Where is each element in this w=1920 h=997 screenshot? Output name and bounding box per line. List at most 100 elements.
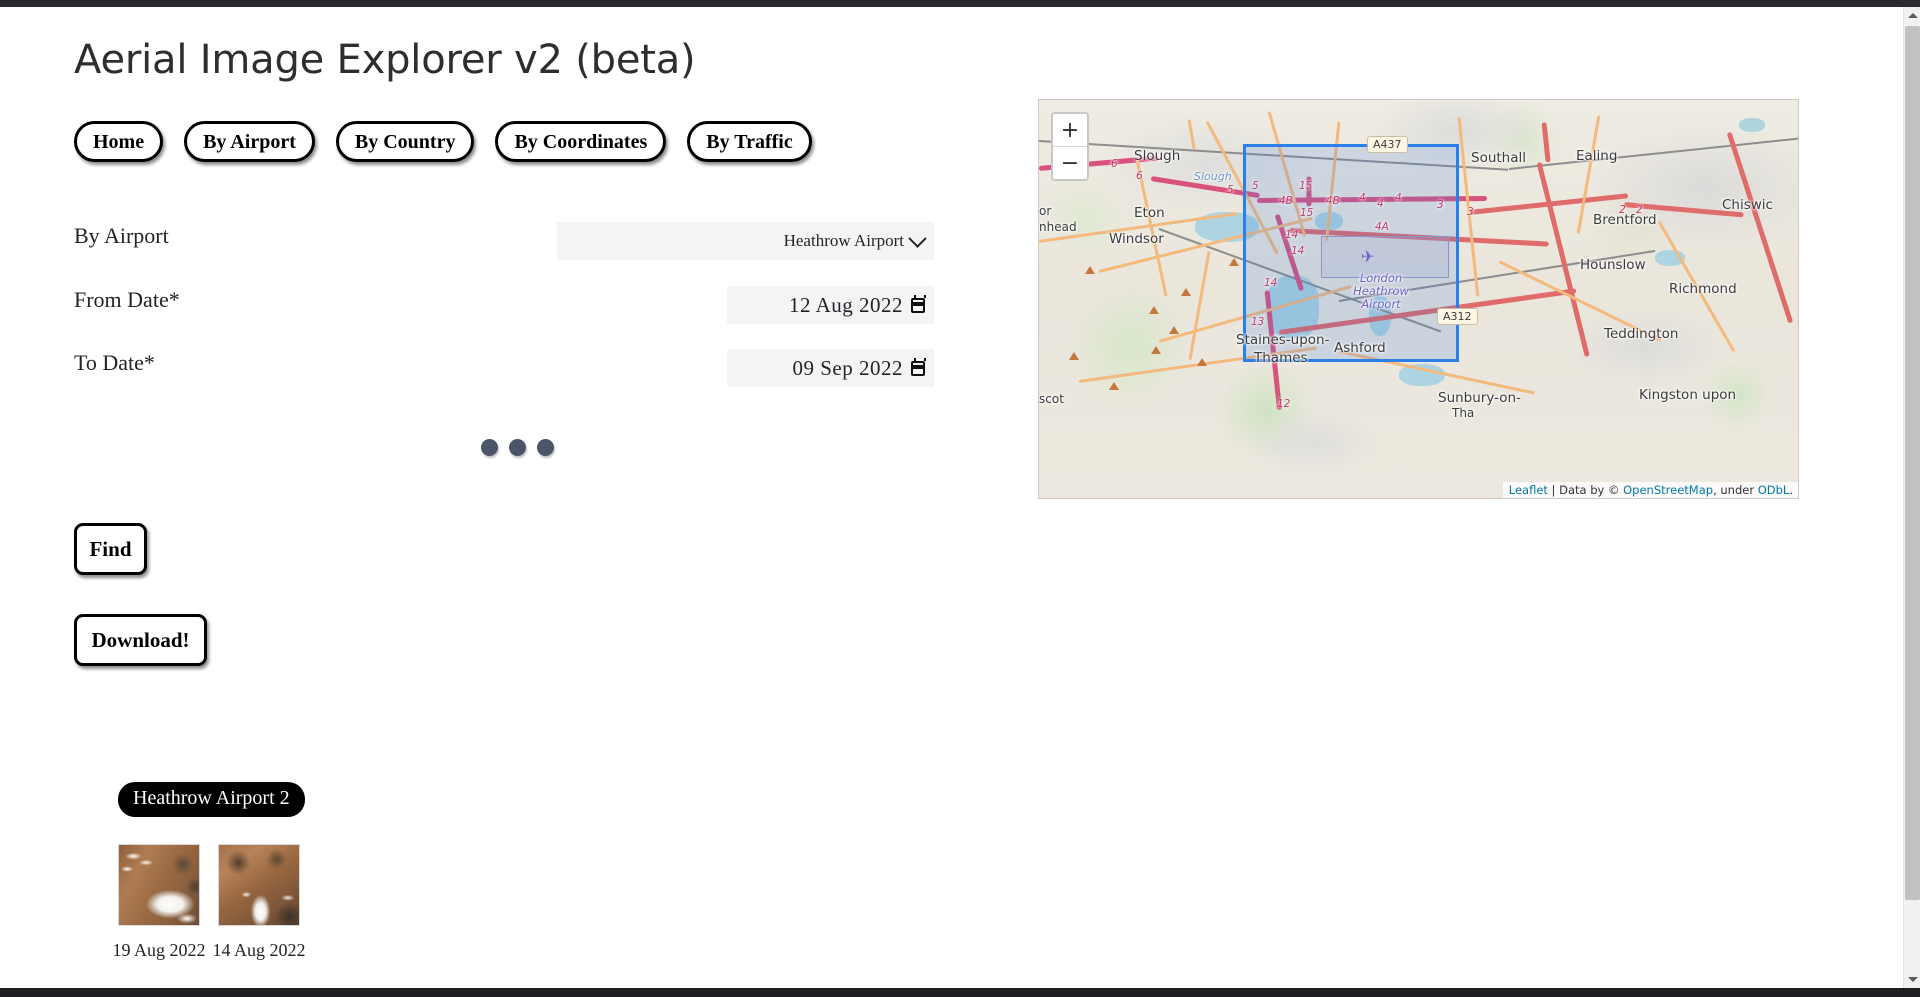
map-hill-icon	[1085, 266, 1095, 274]
map-label: Thames	[1254, 350, 1308, 366]
map-hill-icon	[1181, 288, 1191, 296]
zoom-in-button[interactable]: +	[1053, 114, 1087, 146]
airport-select[interactable]: Heathrow Airport	[557, 222, 934, 260]
map-canvas[interactable]: ✈ Slough Slough Eton Windsor nhead or sc…	[1039, 100, 1798, 498]
map-label: Hounslow	[1580, 257, 1646, 273]
nav-item-by-country[interactable]: By Country	[335, 121, 475, 162]
to-date-input[interactable]: 09 Sep 2022	[727, 349, 934, 387]
list-item: 14 Aug 2022	[213, 844, 306, 961]
zoom-out-button[interactable]: −	[1053, 146, 1087, 179]
junction-number: 3	[1437, 199, 1444, 211]
map-label: Tha	[1452, 406, 1475, 420]
browser-viewport: Aerial Image Explorer v2 (beta) Home By …	[0, 0, 1920, 997]
main-nav: Home By Airport By Country By Coordinate…	[74, 121, 812, 162]
loading-dot	[509, 439, 526, 456]
thumbnail-date: 19 Aug 2022	[112, 940, 206, 960]
thumbnail-list: 19 Aug 2022 14 Aug 2022	[113, 844, 306, 961]
map-zoom-controls: + −	[1051, 112, 1089, 181]
map-label: Sunbury-on-	[1438, 390, 1521, 406]
map-label: Ashford	[1334, 340, 1386, 356]
form-row-airport: By Airport Heathrow Airport	[74, 215, 934, 261]
map-water	[1739, 118, 1765, 132]
airport-label-line: Airport	[1361, 297, 1401, 312]
nav-item-by-airport[interactable]: By Airport	[184, 121, 315, 162]
junction-number: 3	[1467, 206, 1474, 218]
map-label: Richmond	[1669, 281, 1737, 297]
loading-indicator	[481, 439, 554, 456]
map-hill-icon	[1109, 382, 1119, 390]
map-label: scot	[1039, 392, 1064, 406]
thumbnail-date: 14 Aug 2022	[212, 940, 306, 960]
junction-number: 14	[1264, 277, 1278, 289]
page-content: Aerial Image Explorer v2 (beta) Home By …	[0, 7, 1903, 988]
map-panel[interactable]: ✈ Slough Slough Eton Windsor nhead or sc…	[1038, 99, 1799, 499]
map-label: or	[1039, 204, 1052, 218]
calendar-icon[interactable]	[911, 294, 926, 313]
junction-number: 4B	[1326, 195, 1340, 207]
leaflet-link[interactable]: Leaflet	[1509, 483, 1548, 497]
junction-number: 4A	[1375, 221, 1389, 233]
triangle-down-icon	[1907, 977, 1918, 982]
map-label: Slough	[1194, 170, 1232, 183]
junction-number: 4	[1359, 192, 1366, 204]
map-hill-icon	[1149, 306, 1159, 314]
from-date-input[interactable]: 12 Aug 2022	[727, 286, 934, 324]
map-label: Ealing	[1576, 148, 1618, 164]
road-shield: A437	[1367, 136, 1408, 153]
airport-select-value: Heathrow Airport	[783, 231, 904, 250]
attrib-data-by: Data by ©	[1559, 483, 1624, 497]
junction-number: 12	[1277, 398, 1291, 410]
scroll-down-button[interactable]	[1904, 971, 1920, 988]
result-group-badge: Heathrow Airport 2	[118, 782, 305, 817]
nav-item-by-traffic[interactable]: By Traffic	[687, 121, 812, 162]
nav-item-home[interactable]: Home	[74, 121, 164, 162]
junction-number: 2	[1619, 204, 1626, 216]
map-label: nhead	[1039, 220, 1077, 234]
results-section: Heathrow Airport 2 19 Aug 2022 14 Aug 20…	[113, 782, 306, 961]
junction-number: 13	[1251, 316, 1265, 328]
map-airport-label: London Heathrow Airport	[1341, 271, 1421, 312]
attrib-suffix: .	[1789, 483, 1793, 497]
junction-number: 15	[1300, 207, 1314, 219]
map-label: Eton	[1134, 205, 1165, 221]
map-selection-rectangle[interactable]	[1243, 144, 1459, 362]
form-row-from-date: From Date* 12 Aug 2022	[74, 279, 934, 325]
aerial-thumbnail[interactable]	[118, 844, 200, 926]
form-row-to-date: To Date* 09 Sep 2022	[74, 342, 934, 388]
nav-item-by-coordinates[interactable]: By Coordinates	[495, 121, 667, 162]
junction-number: 4	[1395, 192, 1402, 204]
calendar-icon[interactable]	[911, 357, 926, 376]
find-button[interactable]: Find	[74, 523, 147, 575]
map-label: Teddington	[1604, 326, 1679, 342]
junction-number: 4	[1377, 198, 1384, 210]
from-date-label: From Date*	[74, 287, 180, 312]
aerial-thumbnail[interactable]	[218, 844, 300, 926]
openstreetmap-link[interactable]: OpenStreetMap	[1623, 483, 1713, 497]
chevron-down-icon	[908, 228, 927, 248]
loading-dot	[481, 439, 498, 456]
map-label: Windsor	[1109, 231, 1164, 247]
junction-number: 14	[1285, 229, 1299, 241]
loading-dot	[537, 439, 554, 456]
junction-number: 4B	[1279, 195, 1293, 207]
airport-label-line: London	[1359, 271, 1403, 285]
window-top-bar	[0, 0, 1920, 7]
map-label: Southall	[1471, 150, 1527, 166]
scroll-up-button[interactable]	[1904, 7, 1920, 24]
map-label: Chiswic	[1722, 197, 1773, 213]
odbl-link[interactable]: ODbL	[1758, 483, 1790, 497]
junction-number: 6	[1136, 170, 1143, 182]
to-date-value: 09 Sep 2022	[792, 355, 903, 380]
junction-number: 14	[1291, 245, 1305, 257]
junction-number: 6	[1111, 158, 1118, 170]
vertical-scrollbar[interactable]	[1903, 7, 1920, 988]
map-label: Slough	[1134, 148, 1181, 164]
map-hill-icon	[1069, 352, 1079, 360]
window-bottom-bar	[0, 988, 1920, 997]
airport-label: By Airport	[74, 223, 169, 248]
road-shield: A312	[1437, 308, 1478, 325]
from-date-value: 12 Aug 2022	[788, 292, 903, 317]
scrollbar-thumb[interactable]	[1905, 26, 1920, 900]
junction-number: 5	[1252, 180, 1259, 192]
download-button[interactable]: Download!	[74, 614, 207, 666]
